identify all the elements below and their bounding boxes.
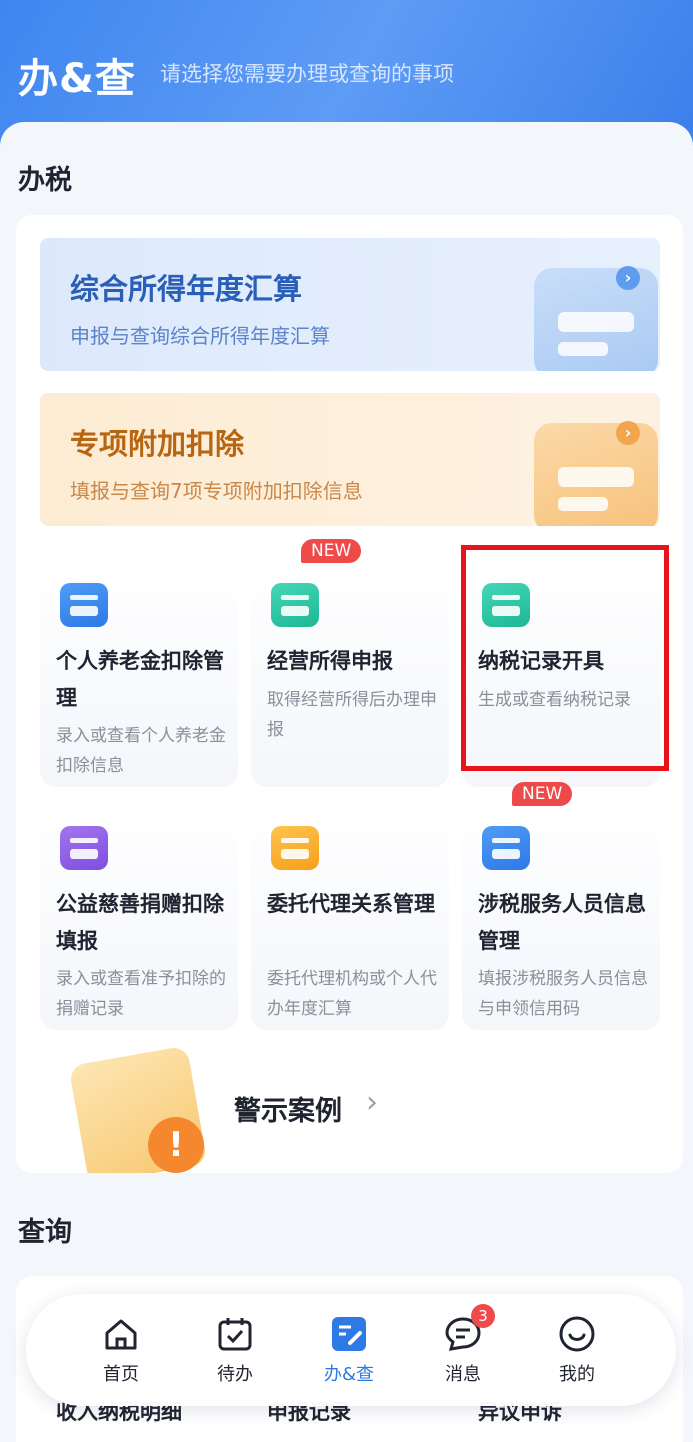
nav-label: 首页 — [103, 1364, 139, 1385]
warning-clipboard-icon: ! — [20, 1045, 210, 1173]
bottom-nav: 首页 待办 办&查 3 消息 我的 — [26, 1294, 676, 1406]
agency-hand-icon — [271, 826, 319, 870]
tile-title: 经营所得申报 — [267, 649, 393, 673]
tile-tax-service-personnel[interactable]: NEW 涉税服务人员信息管理 填报涉税服务人员信息与申领信用码 — [462, 782, 660, 1030]
form-illustration-icon — [534, 423, 658, 526]
section-title-tax: 办税 — [18, 165, 72, 196]
new-badge: NEW — [301, 539, 362, 563]
chevron-right-icon: › — [366, 1085, 378, 1120]
arrow-right-icon: › — [616, 421, 640, 445]
nav-messages[interactable]: 3 消息 — [423, 1304, 503, 1386]
banner-subtitle: 申报与查询综合所得年度汇算 — [70, 324, 330, 348]
tile-business-income-filing[interactable]: NEW 经营所得申报 取得经营所得后办理申报 — [251, 539, 449, 787]
nav-label: 办&查 — [323, 1364, 375, 1385]
tile-pension-deduction[interactable]: 个人养老金扣除管理 录入或查看个人养老金扣除信息 — [40, 555, 238, 787]
page-subtitle: 请选择您需要办理或查询的事项 — [160, 62, 454, 86]
new-badge: NEW — [512, 782, 573, 806]
pension-card-icon — [60, 583, 108, 627]
nav-home[interactable]: 首页 — [81, 1314, 161, 1386]
nav-handle-query[interactable]: 办&查 — [309, 1314, 389, 1386]
tile-title: 个人养老金扣除管理 — [56, 649, 224, 710]
tile-charity-donation-deduction[interactable]: 公益慈善捐赠扣除填报 录入或查看准予扣除的捐赠记录 — [40, 798, 238, 1030]
tile-agency-relationship[interactable]: 委托代理关系管理 委托代理机构或个人代办年度汇算 — [251, 798, 449, 1030]
banner-title: 综合所得年度汇算 — [70, 272, 303, 306]
calendar-check-icon — [218, 1318, 252, 1351]
nav-profile[interactable]: 我的 — [537, 1314, 617, 1386]
nav-todo[interactable]: 待办 — [195, 1314, 275, 1386]
unread-badge: 3 — [471, 1304, 495, 1328]
special-deduction-banner[interactable]: 专项附加扣除 填报与查询7项专项附加扣除信息 › — [40, 393, 660, 526]
business-form-icon — [271, 583, 319, 627]
personnel-card-icon — [482, 826, 530, 870]
nav-label: 待办 — [217, 1364, 253, 1385]
tile-title: 涉税服务人员信息管理 — [478, 892, 646, 953]
smile-icon — [559, 1316, 595, 1352]
tile-title: 公益慈善捐赠扣除填报 — [56, 892, 224, 953]
handle-query-icon — [332, 1317, 366, 1351]
highlight-box — [461, 545, 669, 771]
home-icon — [105, 1319, 137, 1350]
tile-subtitle: 录入或查看个人养老金扣除信息 — [56, 726, 226, 776]
banner-subtitle: 填报与查询7项专项附加扣除信息 — [70, 479, 363, 503]
nav-label: 我的 — [559, 1364, 595, 1385]
calculator-illustration-icon — [534, 268, 658, 371]
warning-cases-entry[interactable]: ! 警示案例 › — [16, 1035, 683, 1173]
tile-title: 委托代理关系管理 — [267, 892, 435, 916]
nav-label: 消息 — [445, 1364, 481, 1385]
banner-title: 专项附加扣除 — [70, 427, 245, 461]
tile-subtitle: 录入或查看准予扣除的捐赠记录 — [56, 969, 226, 1019]
section-title-query: 查询 — [18, 1217, 72, 1248]
warning-cases-label: 警示案例 — [234, 1096, 342, 1127]
heart-hand-icon — [60, 826, 108, 870]
tile-subtitle: 委托代理机构或个人代办年度汇算 — [267, 969, 437, 1019]
tile-subtitle: 填报涉税服务人员信息与申领信用码 — [478, 969, 648, 1019]
tile-subtitle: 取得经营所得后办理申报 — [267, 690, 437, 740]
page-title: 办&查 — [18, 56, 136, 102]
annual-settlement-banner[interactable]: 综合所得年度汇算 申报与查询综合所得年度汇算 › — [40, 238, 660, 371]
arrow-right-icon: › — [616, 266, 640, 290]
